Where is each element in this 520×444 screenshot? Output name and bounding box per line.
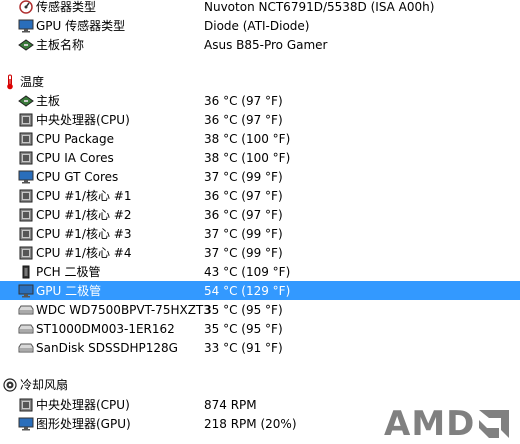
temperature-item-label: 主板 [36, 94, 61, 108]
temperature-item-value: 37 °C (99 °F) [204, 245, 283, 260]
temperature-item-row[interactable]: ST1000DM003-1ER162 35 °C (95 °F) [0, 319, 520, 338]
cpu-chip-icon [18, 151, 34, 165]
temperature-item-row[interactable]: CPU IA Cores 38 °C (100 °F) [0, 148, 520, 167]
amd-logo-text: AMD [384, 404, 476, 444]
hard-drive-icon [18, 341, 34, 355]
cpu-chip-icon [18, 132, 34, 146]
temperature-item-value: 36 °C (97 °F) [204, 112, 283, 127]
temperature-item-row[interactable]: 中央处理器(CPU) 36 °C (97 °F) [0, 110, 520, 129]
motherboard-icon [18, 94, 34, 108]
monitor-icon [18, 170, 34, 184]
temperature-item-label: CPU #1/核心 #1 [36, 189, 132, 203]
temperature-item-label: CPU #1/核心 #3 [36, 227, 132, 241]
sensor-type-value: Nuvoton NCT6791D/5538D (ISA A00h) [204, 0, 435, 14]
temperature-item-value: 43 °C (109 °F) [204, 264, 291, 279]
temperature-item-label: CPU #1/核心 #2 [36, 208, 132, 222]
temperature-item-value: 33 °C (91 °F) [204, 340, 283, 355]
fans-section-title: 冷却风扇 [20, 378, 69, 392]
temperature-item-label: GPU 二极管 [36, 284, 102, 298]
fan-item-label: 图形处理器(GPU) [36, 417, 131, 431]
temperature-item-row[interactable]: WDC WD7500BPVT-75HXZT3 35 °C (95 °F) [0, 300, 520, 319]
motherboard-icon [18, 38, 34, 52]
temperature-item-value: 36 °C (97 °F) [204, 207, 283, 222]
fan-item-label: 中央处理器(CPU) [36, 398, 130, 412]
cpu-chip-icon [18, 398, 34, 412]
hard-drive-icon [18, 303, 34, 317]
temperature-item-row[interactable]: SanDisk SDSSDHP128G 33 °C (91 °F) [0, 338, 520, 357]
motherboard-name-label: 主板名称 [36, 38, 85, 52]
fans-section-header[interactable]: 冷却风扇 [0, 375, 520, 394]
amd-logo: AMD [384, 404, 511, 444]
temperature-item-value: 38 °C (100 °F) [204, 131, 291, 146]
temperature-item-row[interactable]: CPU #1/核心 #1 36 °C (97 °F) [0, 186, 520, 205]
fan-item-value: 218 RPM (20%) [204, 416, 297, 431]
cpu-chip-icon [18, 189, 34, 203]
pch-chip-icon [18, 265, 34, 279]
temperature-item-value: 35 °C (95 °F) [204, 302, 283, 317]
temperature-item-value: 38 °C (100 °F) [204, 150, 291, 165]
sensor-type-label: 传感器类型 [36, 0, 97, 14]
cpu-chip-icon [18, 246, 34, 260]
temperature-item-value: 36 °C (97 °F) [204, 93, 283, 108]
temperature-item-label: CPU #1/核心 #4 [36, 246, 132, 260]
temperature-item-label: CPU GT Cores [36, 169, 119, 184]
fan-icon [2, 377, 18, 392]
temperature-item-row[interactable]: CPU GT Cores 37 °C (99 °F) [0, 167, 520, 186]
temperature-item-value: 35 °C (95 °F) [204, 321, 283, 336]
temperature-item-row[interactable]: CPU #1/核心 #2 36 °C (97 °F) [0, 205, 520, 224]
temperature-item-label: WDC WD7500BPVT-75HXZT3 [36, 302, 211, 317]
sensor-type-icon [18, 0, 34, 14]
temperature-item-row[interactable]: GPU 二极管 54 °C (129 °F) [0, 281, 520, 300]
temperature-item-row[interactable]: PCH 二极管 43 °C (109 °F) [0, 262, 520, 281]
temperature-section-header[interactable]: 温度 [0, 72, 520, 91]
motherboard-name-value: Asus B85-Pro Gamer [204, 37, 328, 52]
thermometer-icon [2, 74, 18, 89]
temperature-item-label: SanDisk SDSSDHP128G [36, 340, 178, 355]
temperature-item-value: 36 °C (97 °F) [204, 188, 283, 203]
fan-item-value: 874 RPM [204, 397, 257, 412]
temperature-item-label: 中央处理器(CPU) [36, 113, 130, 127]
temperature-item-value: 54 °C (129 °F) [204, 283, 291, 298]
temperature-item-value: 37 °C (99 °F) [204, 169, 283, 184]
cpu-chip-icon [18, 208, 34, 222]
monitor-icon [18, 417, 34, 431]
temperature-item-label: CPU IA Cores [36, 150, 114, 165]
amd-arrow-icon [479, 410, 510, 438]
motherboard-name-row[interactable]: 主板名称 Asus B85-Pro Gamer [0, 35, 520, 54]
temperature-section-title: 温度 [20, 75, 45, 89]
gpu-sensor-type-label: GPU 传感器类型 [36, 19, 126, 33]
temperature-item-label: ST1000DM003-1ER162 [36, 321, 175, 336]
temperature-item-label: PCH 二极管 [36, 265, 101, 279]
temperature-item-row[interactable]: 主板 36 °C (97 °F) [0, 91, 520, 110]
hard-drive-icon [18, 322, 34, 336]
temperature-item-row[interactable]: CPU #1/核心 #3 37 °C (99 °F) [0, 224, 520, 243]
temperature-item-row[interactable]: CPU Package 38 °C (100 °F) [0, 129, 520, 148]
cpu-chip-icon [18, 113, 34, 127]
sensor-type-row[interactable]: 传感器类型 Nuvoton NCT6791D/5538D (ISA A00h) [0, 0, 520, 16]
cpu-chip-icon [18, 227, 34, 241]
temperature-item-label: CPU Package [36, 131, 114, 146]
monitor-icon [18, 19, 34, 33]
temperature-item-row[interactable]: CPU #1/核心 #4 37 °C (99 °F) [0, 243, 520, 262]
gpu-sensor-type-row[interactable]: GPU 传感器类型 Diode (ATI-Diode) [0, 16, 520, 35]
temperature-item-value: 37 °C (99 °F) [204, 226, 283, 241]
gpu-sensor-type-value: Diode (ATI-Diode) [204, 18, 310, 33]
monitor-icon [18, 284, 34, 298]
